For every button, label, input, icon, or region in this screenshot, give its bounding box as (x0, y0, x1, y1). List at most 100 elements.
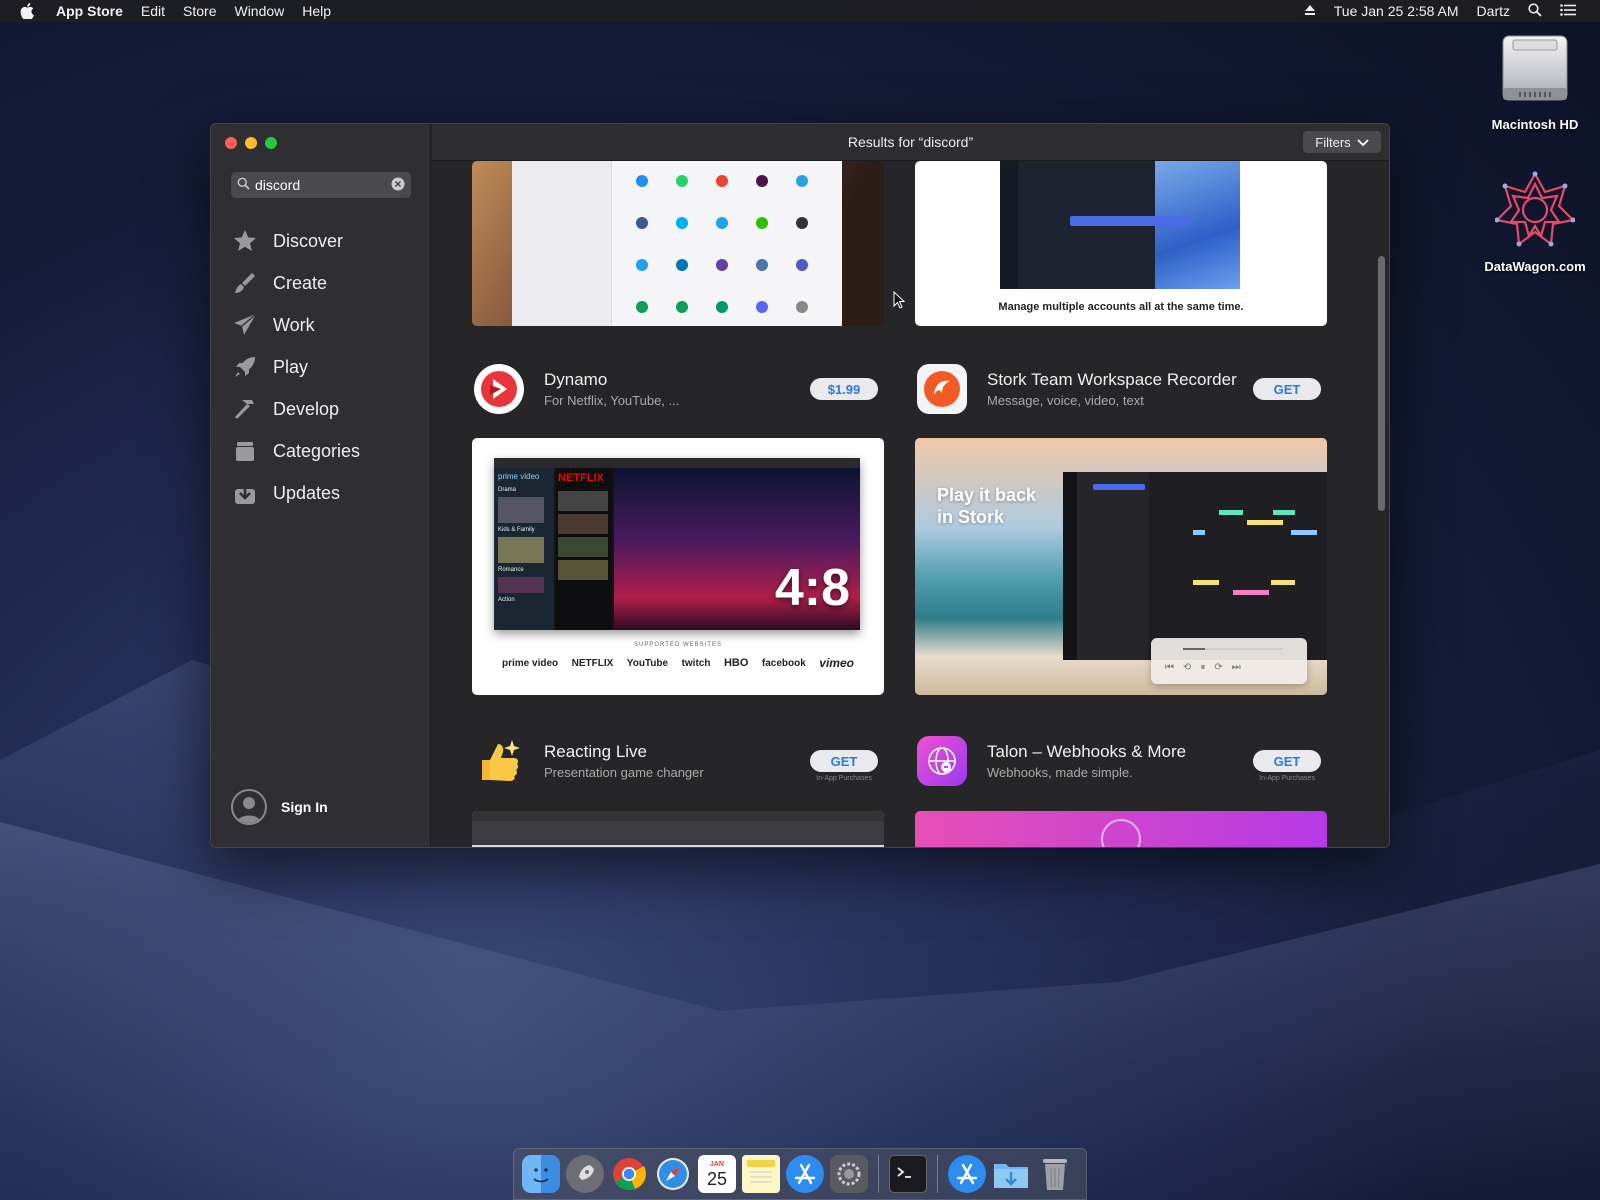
calendar-month: JAN (709, 1160, 724, 1168)
desktop-icon-datawagon[interactable]: DataWagon.com (1475, 170, 1595, 274)
sidebar-item-label: Discover (273, 230, 344, 251)
menu-store[interactable]: Store (183, 3, 216, 19)
sidebar-item-label: Categories (273, 440, 361, 461)
desktop-icon-label: DataWagon.com (1484, 259, 1586, 274)
apple-menu-icon[interactable] (20, 3, 38, 19)
star-icon (231, 227, 259, 255)
sidebar-item-discover[interactable]: Discover (231, 220, 360, 262)
netflix-brand: NETFLIX (558, 472, 604, 484)
sign-in-button[interactable]: Sign In (231, 789, 328, 825)
in-app-purchases-note: In-App Purchases (816, 775, 872, 782)
sidebar-item-label: Develop (273, 398, 340, 419)
menu-window[interactable]: Window (234, 3, 284, 19)
sidebar-nav: Discover Create Work Play Develop Catego… (231, 220, 360, 514)
sidebar-item-play[interactable]: Play (231, 346, 360, 388)
screenshot-talon[interactable] (915, 811, 1327, 847)
sidebar-item-updates[interactable]: Updates (231, 472, 360, 514)
eject-icon[interactable] (1304, 3, 1316, 19)
terminal-icon[interactable] (889, 1155, 927, 1193)
hammer-icon (231, 395, 259, 423)
main-pane: Results for “discord” Filters Manage mul… (432, 124, 1389, 847)
sidebar-genre: Action (498, 597, 515, 603)
screenshot-reacting-live[interactable] (472, 811, 884, 847)
datawagon-logo-icon (1475, 170, 1595, 253)
screenshot-dynamo[interactable]: prime video Drama Kids & Family Romance … (472, 438, 884, 695)
app-store-icon[interactable] (786, 1155, 824, 1193)
result-row-reacting-live[interactable]: Reacting Live Presentation game changer … (474, 731, 878, 791)
sidebar-item-develop[interactable]: Develop (231, 388, 360, 430)
screenshot-multi-accounts[interactable]: Manage multiple accounts all at the same… (915, 161, 1327, 326)
menu-user[interactable]: Dartz (1477, 3, 1510, 19)
results-list[interactable]: Manage multiple accounts all at the same… (432, 161, 1389, 847)
sign-in-label: Sign In (281, 799, 328, 815)
app-store-window: discord Discover Create Work Play Develo… (210, 123, 1390, 848)
dock-separator (937, 1155, 938, 1193)
get-button[interactable]: GET In-App Purchases (1253, 750, 1321, 782)
stork-headline-line1: Play it back (937, 485, 1037, 505)
rocket-icon (231, 353, 259, 381)
menu-clock[interactable]: Tue Jan 25 2:58 AM (1334, 3, 1459, 19)
calendar-icon[interactable]: JAN 25 (698, 1155, 736, 1193)
box-icon (231, 437, 259, 465)
brush-icon (231, 269, 259, 297)
get-button[interactable]: GET (1253, 378, 1321, 400)
menu-help[interactable]: Help (302, 3, 331, 19)
search-input[interactable]: discord (255, 177, 391, 193)
stork-headline-line2: in Stork (937, 507, 1005, 527)
chrome-icon[interactable] (610, 1155, 648, 1193)
app-store-folder-icon[interactable] (948, 1155, 986, 1193)
get-button[interactable]: GET In-App Purchases (810, 750, 878, 782)
app-subtitle: Message, voice, video, text (987, 393, 1144, 408)
thumbs-up-app-icon (474, 736, 524, 786)
price-label: $1.99 (827, 381, 861, 397)
app-name[interactable]: Reacting Live (544, 742, 810, 762)
app-name[interactable]: Talon – Webhooks & More (987, 742, 1253, 762)
result-row-stork[interactable]: Stork Team Workspace Recorder Message, v… (917, 359, 1321, 419)
results-scrollbar[interactable] (1378, 256, 1385, 511)
app-name[interactable]: Stork Team Workspace Recorder (987, 370, 1253, 390)
site-logo: YouTube (626, 657, 669, 669)
desktop-icon-macintosh-hd[interactable]: Macintosh HD (1475, 32, 1595, 132)
get-label: GET (830, 753, 858, 769)
notes-icon[interactable] (742, 1155, 780, 1193)
result-row-dynamo[interactable]: Dynamo For Netflix, YouTube, ... $1.99 (474, 359, 878, 419)
app-subtitle: For Netflix, YouTube, ... (544, 393, 680, 408)
trash-icon[interactable] (1036, 1155, 1074, 1193)
notification-center-icon[interactable] (1560, 3, 1576, 19)
screenshot-messenger-app[interactable] (472, 161, 884, 326)
result-row-talon[interactable]: Talon – Webhooks & More Webhooks, made s… (917, 731, 1321, 791)
sidebar-genre: Kids & Family (498, 527, 535, 533)
zoom-button[interactable] (265, 137, 277, 149)
screenshot-stork[interactable]: Play it back in Stork ⏮⟲⏸⟳⏭ (915, 438, 1327, 695)
sidebar-item-label: Work (273, 314, 315, 335)
minimize-button[interactable] (245, 137, 257, 149)
screenshot-caption: Manage multiple accounts all at the same… (998, 301, 1244, 313)
search-field[interactable]: discord (231, 172, 411, 198)
site-logo: facebook (761, 657, 806, 669)
close-button[interactable] (225, 137, 237, 149)
price-button[interactable]: $1.99 (810, 378, 878, 400)
filters-button[interactable]: Filters (1303, 131, 1381, 153)
sidebar-item-label: Play (273, 356, 309, 377)
sidebar-item-work[interactable]: Work (231, 304, 360, 346)
supported-websites-label: SUPPORTED WEBSITES (634, 642, 722, 648)
spotlight-search-icon[interactable] (1528, 2, 1542, 20)
dynamo-app-icon (474, 364, 524, 414)
stork-app-icon (917, 364, 967, 414)
desktop-icon-label: Macintosh HD (1491, 117, 1579, 132)
system-preferences-icon[interactable] (830, 1155, 868, 1193)
app-name[interactable]: Dynamo (544, 370, 810, 390)
finder-icon[interactable] (522, 1155, 560, 1193)
menu-app-name[interactable]: App Store (56, 3, 123, 19)
filters-label: Filters (1315, 134, 1351, 150)
clear-search-icon[interactable] (391, 177, 405, 194)
sidebar-item-categories[interactable]: Categories (231, 430, 360, 472)
menu-edit[interactable]: Edit (141, 3, 165, 19)
site-logo: twitch (681, 657, 711, 669)
avatar-icon (231, 789, 267, 825)
sidebar-item-create[interactable]: Create (231, 262, 360, 304)
dock-separator (878, 1155, 879, 1193)
downloads-folder-icon[interactable] (992, 1155, 1030, 1193)
safari-icon[interactable] (654, 1155, 692, 1193)
launchpad-icon[interactable] (566, 1155, 604, 1193)
